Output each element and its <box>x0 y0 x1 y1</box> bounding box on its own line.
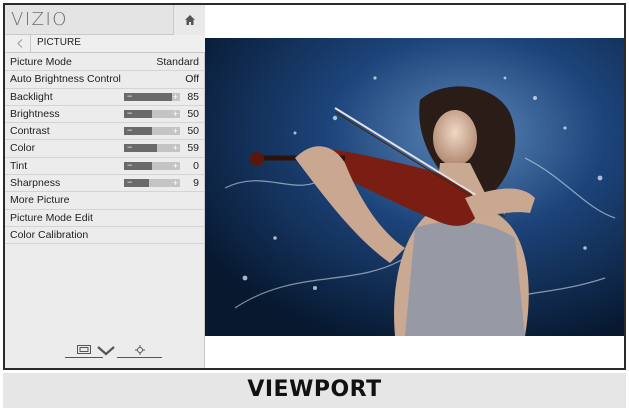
menu-row-value: 59 <box>187 142 199 155</box>
menu-row[interactable]: Sharpness − +9 <box>5 175 205 193</box>
menu-row-label: Picture Mode Edit <box>10 211 93 224</box>
menu-row[interactable]: Brightness − +50 <box>5 106 205 124</box>
menu-row[interactable]: More Picture <box>5 192 205 210</box>
down-chevron-icon[interactable] <box>97 346 115 356</box>
menu-header: VIZIO <box>5 5 205 35</box>
plus-icon: + <box>172 108 178 119</box>
menu-row[interactable]: Picture Mode Standard <box>5 54 205 72</box>
minus-icon: − <box>127 159 133 170</box>
plus-icon: + <box>172 160 178 171</box>
footer-underline-left <box>65 357 103 358</box>
menu-row-value: 9 <box>193 177 199 190</box>
breadcrumb: PICTURE <box>5 35 205 53</box>
plus-icon: + <box>172 178 178 189</box>
menu-row-label: Color <box>10 142 36 155</box>
minus-icon: − <box>127 142 133 153</box>
menu-row-label: Auto Brightness Control <box>10 73 121 86</box>
minus-icon: − <box>127 125 133 136</box>
level-slider[interactable]: − + <box>124 107 180 119</box>
menu-row-value: 50 <box>187 125 199 138</box>
menu-row-label: Sharpness <box>10 177 61 190</box>
home-button[interactable] <box>173 5 205 35</box>
photo-illustration <box>205 38 624 336</box>
plus-icon: + <box>172 143 178 154</box>
menu-row-label: Brightness <box>10 107 60 120</box>
menu-row-value: 0 <box>193 159 199 172</box>
plus-icon: + <box>172 126 178 137</box>
level-slider[interactable]: − + <box>124 125 180 137</box>
viewport-label: VIEWPORT <box>247 377 382 402</box>
footer-underline-right <box>117 357 162 358</box>
menu-row-label: Contrast <box>10 125 50 138</box>
back-button[interactable] <box>9 35 31 52</box>
level-slider[interactable]: − + <box>124 90 180 102</box>
level-slider[interactable]: − + <box>124 159 180 171</box>
settings-icon[interactable] <box>135 345 145 355</box>
tv-screen: VIZIO PICTURE Picture Mode Standard Auto B… <box>3 3 626 370</box>
menu-row-label: Picture Mode <box>10 56 72 68</box>
menu-row-label: Backlight <box>10 90 53 103</box>
app-frame: VIZIO PICTURE Picture Mode Standard Auto B… <box>0 0 629 408</box>
menu-row-value: Off <box>185 73 199 86</box>
menu-row[interactable]: Picture Mode Edit <box>5 210 205 227</box>
breadcrumb-title: PICTURE <box>37 37 81 48</box>
menu-row-label: More Picture <box>10 194 70 207</box>
menu-footer <box>5 343 205 363</box>
violinist-photo <box>205 38 624 336</box>
menu-row-value: Standard <box>156 56 199 68</box>
menu-row[interactable]: Backlight − +85 <box>5 89 205 106</box>
settings-list: Picture Mode Standard Auto Brightness Cont… <box>5 54 205 245</box>
level-slider[interactable]: − + <box>124 177 180 189</box>
menu-row[interactable]: Contrast − +50 <box>5 123 205 141</box>
plus-icon: + <box>172 91 178 102</box>
home-icon <box>184 15 195 25</box>
minus-icon: − <box>127 107 133 118</box>
level-slider[interactable]: − + <box>124 142 180 154</box>
side-menu: VIZIO PICTURE Picture Mode Standard Auto B… <box>5 5 205 368</box>
picture-icon[interactable] <box>77 345 91 355</box>
minus-icon: − <box>127 177 133 188</box>
menu-row-value: 85 <box>187 90 199 103</box>
viewport-caption-bar: VIEWPORT <box>3 373 626 408</box>
menu-row[interactable]: Color − +59 <box>5 140 205 158</box>
menu-row[interactable]: Tint − +0 <box>5 158 205 176</box>
menu-row-label: Color Calibration <box>10 228 89 241</box>
vizio-logo: VIZIO <box>11 9 68 30</box>
menu-row[interactable]: Color Calibration <box>5 227 205 245</box>
minus-icon: − <box>127 90 133 101</box>
menu-row-value: 50 <box>187 107 199 120</box>
back-arrow-icon <box>16 39 22 48</box>
menu-row-label: Tint <box>10 159 28 172</box>
menu-row[interactable]: Auto Brightness Control Off <box>5 71 205 89</box>
